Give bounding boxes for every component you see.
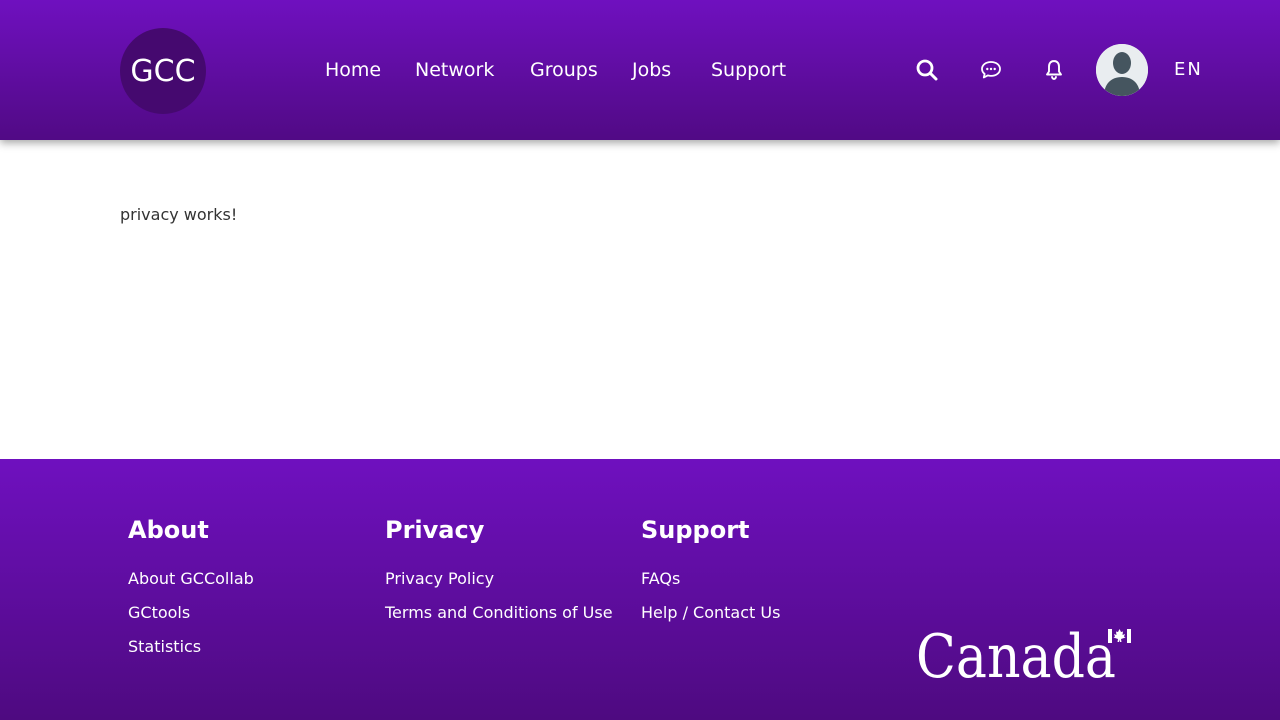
user-silhouette-icon [1096,44,1148,96]
bell-icon [1046,60,1062,80]
notifications-button[interactable] [1034,50,1074,90]
footer-link-privacy-policy[interactable]: Privacy Policy [385,569,613,589]
maple-flag-icon [1108,629,1131,643]
site-header: GCC Home Network Groups Jobs Support EN [0,0,1280,140]
user-avatar[interactable] [1096,44,1148,96]
footer-link-faqs[interactable]: FAQs [641,569,780,589]
footer-link-help-contact[interactable]: Help / Contact Us [641,603,780,623]
footer-link-terms[interactable]: Terms and Conditions of Use [385,603,613,623]
search-icon [916,59,938,81]
messages-button[interactable] [971,50,1011,90]
footer-about-heading: About [128,516,209,544]
nav-support[interactable]: Support [711,56,786,84]
nav-groups[interactable]: Groups [530,56,598,84]
nav-home[interactable]: Home [325,56,381,84]
search-button[interactable] [907,50,947,90]
footer-link-about-gccollab[interactable]: About GCCollab [128,569,254,589]
canada-wordmark-logo: Canada [916,625,1131,685]
footer-about-column: About About GCCollab GCtools Statistics [128,515,254,671]
footer-support-heading: Support [641,516,750,544]
site-footer: About About GCCollab GCtools Statistics … [0,459,1280,720]
footer-link-statistics[interactable]: Statistics [128,637,254,657]
page-message: privacy works! [120,205,238,224]
language-toggle[interactable]: EN [1174,56,1203,84]
nav-jobs[interactable]: Jobs [632,56,671,84]
footer-privacy-heading: Privacy [385,516,485,544]
footer-link-gctools[interactable]: GCtools [128,603,254,623]
messages-icon [981,61,1001,79]
footer-privacy-column: Privacy Privacy Policy Terms and Conditi… [385,515,613,637]
gcc-logo[interactable]: GCC [120,28,206,114]
footer-support-column: Support FAQs Help / Contact Us [641,515,780,637]
nav-network[interactable]: Network [415,56,494,84]
canada-wordmark-text: Canada [916,625,1116,685]
